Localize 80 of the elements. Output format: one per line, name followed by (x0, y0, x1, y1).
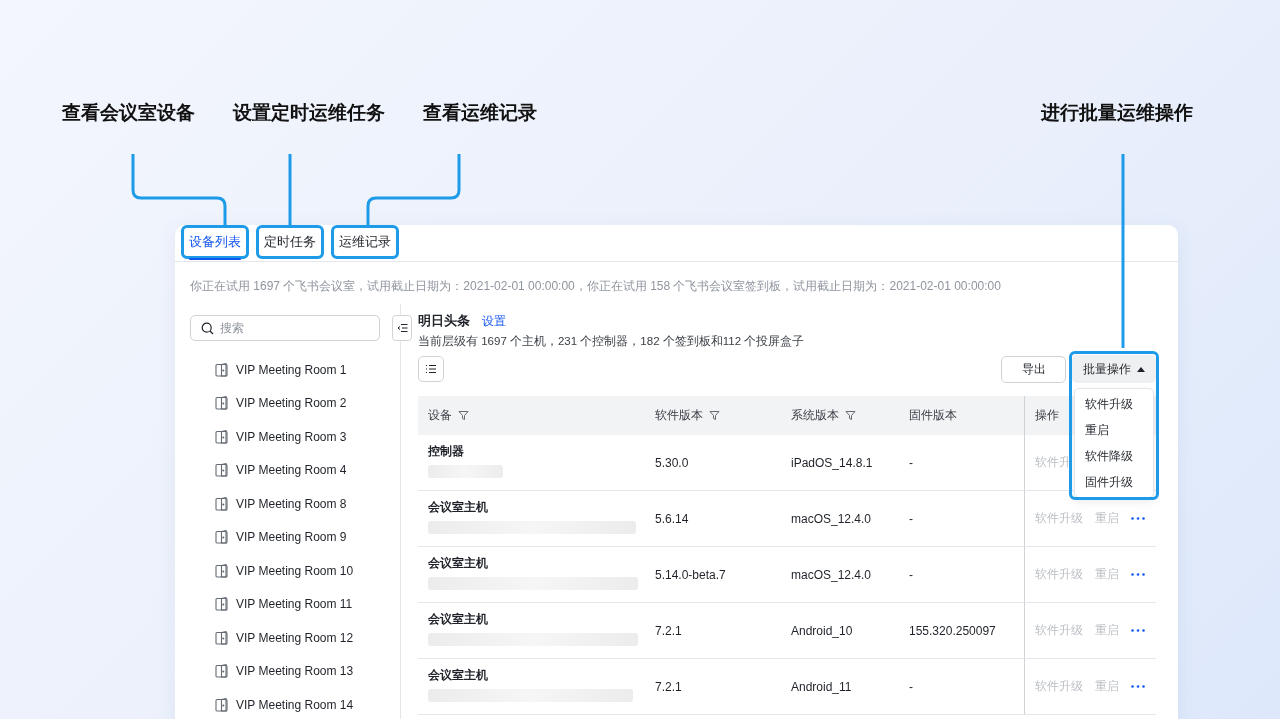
door-icon (215, 530, 228, 545)
batch-operation-button[interactable]: 批量操作 (1072, 355, 1156, 383)
room-item[interactable]: VIP Meeting Room 1 (236, 362, 347, 377)
export-button[interactable]: 导出 (1001, 355, 1066, 383)
annotation-label: 设置定时运维任务 (233, 101, 385, 125)
column-title: 固件版本 (909, 407, 957, 424)
door-icon (215, 697, 228, 712)
door-icon (215, 396, 228, 411)
caret-icon (1137, 366, 1145, 372)
table-cell-text: 5.6.14 (655, 511, 690, 526)
annotation-label: 查看运维记录 (423, 101, 537, 125)
column-title: 设备 (428, 407, 452, 424)
door-icon (215, 630, 228, 645)
table-cell-text: 7.2.1 (655, 623, 683, 638)
table-cell-text: - (909, 511, 914, 526)
device-summary: 当前层级有 1697 个主机，231 个控制器，182 个签到板和112 个投屏盒子 (418, 334, 806, 349)
room-item[interactable]: VIP Meeting Room 11 (236, 597, 353, 612)
menu-item[interactable]: 重启 (1075, 417, 1153, 443)
tab[interactable]: 运维记录 (331, 225, 399, 259)
search-input[interactable]: 搜索 (220, 317, 369, 339)
collapse-button[interactable] (392, 315, 412, 341)
room-item[interactable]: VIP Meeting Room 8 (236, 496, 347, 511)
device-name: 会议室主机 (428, 667, 488, 684)
menu-item[interactable]: 固件升级 (1075, 469, 1153, 495)
door-icon (215, 496, 228, 511)
menu-item[interactable]: 软件升级 (1075, 391, 1153, 417)
more-icon (1131, 629, 1145, 632)
table-cell-text: - (909, 679, 914, 694)
more-icon (1131, 573, 1145, 576)
device-name: 会议室主机 (428, 555, 488, 572)
list-icon (425, 364, 437, 374)
room-item[interactable]: VIP Meeting Room 10 (236, 563, 354, 578)
callout-line (288, 154, 292, 226)
table-cell-text: - (909, 455, 914, 470)
trial-notice: 你正在试用 1697 个飞书会议室，试用截止日期为：2021-02-01 00:00:00，你正在试用 158 个飞书会议室签到板，试用截止日期为：2021-02-01 00:00:00 (189, 278, 1002, 295)
door-icon (215, 429, 228, 444)
room-item[interactable]: VIP Meeting Room 3 (236, 429, 347, 444)
column-title: 操作 (1035, 407, 1059, 424)
tab[interactable]: 设备列表 (181, 225, 249, 259)
search-icon (201, 321, 214, 335)
table-cell-text: macOS_12.4.0 (791, 567, 873, 582)
room-item[interactable]: VIP Meeting Room 12 (236, 630, 354, 645)
table-cell-text: 5.14.0-beta.7 (655, 567, 727, 582)
tab[interactable]: 定时任务 (256, 225, 324, 259)
door-icon (215, 463, 228, 478)
room-item[interactable]: VIP Meeting Room 4 (236, 463, 347, 478)
settings-link[interactable]: 设置 (482, 313, 506, 330)
annotation-label: 进行批量运维操作 (1041, 101, 1193, 125)
door-icon (215, 362, 228, 377)
column-title: 软件版本 (655, 407, 703, 424)
annotation-label: 查看会议室设备 (62, 101, 195, 125)
filter-icon[interactable] (845, 410, 856, 421)
more-icon (1131, 685, 1145, 688)
device-name: 会议室主机 (428, 611, 488, 628)
filter-icon[interactable] (709, 410, 720, 421)
table-cell-text: 5.30.0 (655, 455, 690, 470)
table-cell-text: Android_10 (791, 623, 854, 638)
room-item[interactable]: VIP Meeting Room 14 (236, 697, 354, 712)
table-cell-text: 7.2.1 (655, 679, 683, 694)
room-item[interactable]: VIP Meeting Room 2 (236, 396, 347, 411)
table-cell-text: macOS_12.4.0 (791, 511, 873, 526)
search-field[interactable]: 搜索 (190, 315, 380, 341)
device-name: 会议室主机 (428, 499, 488, 516)
room-item[interactable]: VIP Meeting Room 13 (236, 664, 354, 679)
column-title: 系统版本 (791, 407, 839, 424)
door-icon (215, 563, 228, 578)
list-view-button[interactable] (418, 356, 444, 382)
indent-icon (396, 323, 408, 333)
filter-icon[interactable] (458, 410, 469, 421)
door-icon (215, 664, 228, 679)
table-cell-text: 155.320.250097 (909, 623, 997, 638)
org-title: 明日头条 (418, 312, 470, 330)
menu-item[interactable]: 软件降级 (1075, 443, 1153, 469)
room-item[interactable]: VIP Meeting Room 9 (236, 530, 347, 545)
more-icon (1131, 517, 1145, 520)
device-name: 控制器 (428, 443, 464, 460)
table-cell-text: iPadOS_14.8.1 (791, 455, 874, 470)
table-cell-text: Android_11 (791, 679, 853, 694)
table-cell-text: - (909, 567, 914, 582)
door-icon (215, 597, 228, 612)
